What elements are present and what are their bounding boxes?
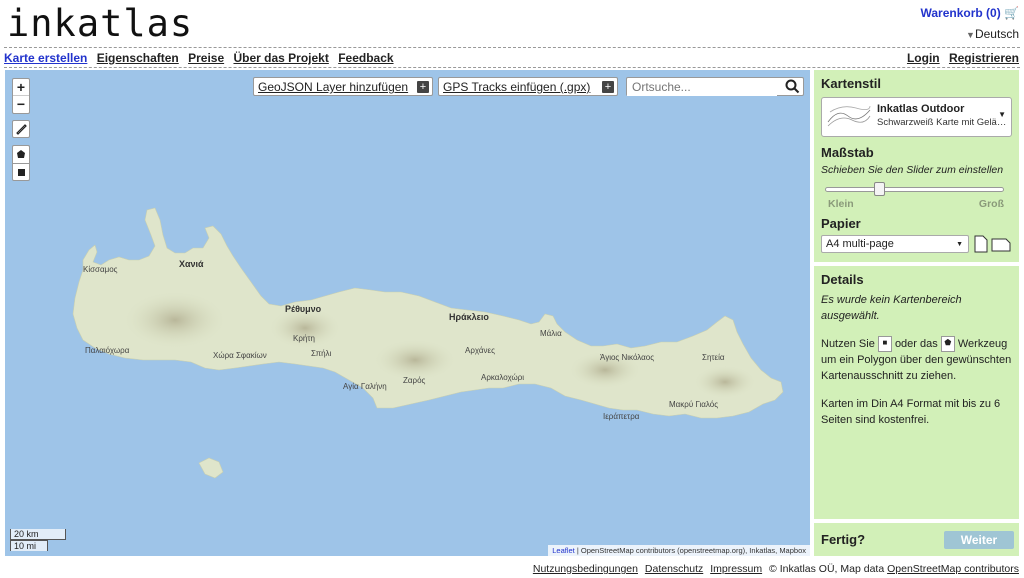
map-attribution: Leaflet | OpenStreetMap contributors (op… bbox=[548, 545, 810, 556]
main-nav: Karte erstellen Eigenschaften Preise Übe… bbox=[4, 51, 400, 67]
nav-create-map[interactable]: Karte erstellen bbox=[4, 51, 87, 65]
details-use-2: oder das bbox=[894, 338, 938, 350]
nav-register[interactable]: Registrieren bbox=[949, 51, 1019, 65]
slider-handle[interactable] bbox=[873, 182, 885, 196]
header: inkatlas Warenkorb (0) 🛒 ▼Deutsch bbox=[0, 0, 1024, 48]
zoom-out-button[interactable]: − bbox=[13, 96, 29, 113]
details-instructions: Nutzen Sie ■ oder das ⬟ Werkzeug um ein … bbox=[821, 336, 1012, 384]
place-label: Μάλια bbox=[540, 329, 562, 338]
settings-panel: Kartenstil Inkatlas Outdoor Schwarzweiß … bbox=[814, 70, 1019, 262]
scale-bar: 20 km 10 mi bbox=[10, 529, 66, 551]
nav-feedback[interactable]: Feedback bbox=[338, 51, 393, 65]
scale-hint: Schieben Sie den Slider zum einstellen bbox=[821, 164, 1004, 176]
paper-title: Papier bbox=[821, 216, 861, 231]
polygon-tool-button[interactable] bbox=[12, 145, 30, 163]
divider bbox=[4, 47, 1020, 48]
gpx-tracks-button[interactable]: GPS Tracks einfügen (.gpx) + bbox=[438, 77, 618, 96]
cart-link[interactable]: Warenkorb (0) 🛒 bbox=[920, 6, 1019, 20]
nav-login[interactable]: Login bbox=[907, 51, 940, 65]
footer-terms-link[interactable]: Nutzungsbedingungen bbox=[533, 563, 638, 575]
slider-labels: Klein Groß bbox=[821, 198, 1012, 212]
polygon-icon bbox=[17, 150, 25, 158]
plus-icon: + bbox=[417, 81, 429, 93]
place-search bbox=[626, 77, 804, 96]
attribution-text: | OpenStreetMap contributors (openstreet… bbox=[574, 546, 806, 555]
portrait-orientation-icon[interactable] bbox=[974, 235, 988, 253]
details-panel: Details Es wurde kein Kartenbereich ausg… bbox=[814, 266, 1019, 519]
footer: Nutzungsbedingungen Datenschutz Impressu… bbox=[533, 563, 1019, 575]
place-label: Χανιά bbox=[179, 259, 204, 269]
landscape-orientation-icon[interactable] bbox=[991, 238, 1011, 252]
details-free-text: Karten im Din A4 Format mit bis zu 6 Sei… bbox=[821, 398, 1001, 427]
dropdown-arrow-icon: ▼ bbox=[998, 110, 1006, 119]
geojson-layer-button[interactable]: GeoJSON Layer hinzufügen + bbox=[253, 77, 433, 96]
details-use-1: Nutzen Sie bbox=[821, 338, 875, 350]
place-label: Ιεράπετρα bbox=[603, 412, 640, 421]
nav-about[interactable]: Über das Projekt bbox=[233, 51, 328, 65]
map-style-select[interactable]: Inkatlas Outdoor Schwarzweiß Karte mit G… bbox=[821, 97, 1012, 137]
ruler-icon bbox=[16, 124, 27, 135]
language-label: Deutsch bbox=[974, 27, 1019, 41]
footer-privacy-link[interactable]: Datenschutz bbox=[645, 563, 703, 575]
paper-size-select[interactable]: A4 multi-page ▼ bbox=[821, 235, 969, 253]
place-label: Άγιος Νικόλαος bbox=[600, 353, 655, 362]
done-panel: Fertig? Weiter bbox=[814, 523, 1019, 556]
map-style-title: Kartenstil bbox=[821, 76, 881, 91]
measure-tool-button[interactable] bbox=[12, 120, 30, 138]
paper-row: A4 multi-page ▼ bbox=[821, 235, 1012, 255]
search-icon[interactable] bbox=[785, 79, 800, 94]
plus-icon: + bbox=[602, 81, 614, 93]
map-canvas[interactable]: Κίσσαμος Χανιά Ρέθυμνο Ηράκλειο Μάλια Πα… bbox=[5, 70, 810, 556]
zoom-control: + − bbox=[12, 78, 30, 114]
place-label: Ρέθυμνο bbox=[285, 304, 322, 314]
paper-size-value: A4 multi-page bbox=[826, 238, 894, 250]
gpx-button-label: GPS Tracks einfügen (.gpx) bbox=[443, 80, 591, 94]
scale-max-label: Groß bbox=[978, 198, 1004, 210]
nav-features[interactable]: Eigenschaften bbox=[97, 51, 179, 65]
leaflet-link[interactable]: Leaflet bbox=[552, 546, 575, 555]
account-nav: Login Registrieren bbox=[901, 51, 1019, 65]
divider bbox=[4, 67, 1020, 68]
details-none-text: Es wurde kein Kartenbereich ausgewählt. bbox=[821, 294, 962, 322]
language-selector[interactable]: ▼Deutsch bbox=[966, 27, 1019, 41]
polygon-icon: ⬟ bbox=[940, 336, 955, 353]
place-label: Ηράκλειο bbox=[449, 312, 489, 322]
place-label: Παλαιόχωρα bbox=[85, 346, 130, 355]
dropdown-arrow-icon: ▼ bbox=[956, 241, 963, 248]
footer-copyright: © Inkatlas OÜ, Map data bbox=[769, 563, 888, 575]
details-title: Details bbox=[821, 272, 864, 287]
footer-osm-link[interactable]: OpenStreetMap contributors bbox=[887, 563, 1019, 575]
place-label: Κρήτη bbox=[293, 334, 315, 343]
place-label: Χώρα Σφακίων bbox=[213, 351, 267, 360]
place-label: Σητεία bbox=[702, 353, 725, 362]
square-icon: ■ bbox=[877, 336, 892, 353]
scale-km: 20 km bbox=[10, 529, 66, 540]
slider-track[interactable] bbox=[825, 187, 1004, 192]
nav-prices[interactable]: Preise bbox=[188, 51, 224, 65]
next-button[interactable]: Weiter bbox=[944, 531, 1014, 549]
place-label: Αγία Γαλήνη bbox=[343, 382, 387, 391]
place-label: Αρκαλοχώρι bbox=[481, 373, 525, 382]
scale-title: Maßstab bbox=[821, 145, 874, 160]
zoom-in-button[interactable]: + bbox=[13, 79, 29, 96]
logo[interactable]: inkatlas bbox=[7, 2, 193, 45]
footer-imprint-link[interactable]: Impressum bbox=[710, 563, 762, 575]
geojson-button-label: GeoJSON Layer hinzufügen bbox=[258, 80, 409, 94]
place-label: Ζαρός bbox=[403, 376, 426, 385]
crete-island-shape bbox=[72, 207, 784, 479]
style-name: Inkatlas Outdoor bbox=[877, 103, 965, 115]
scale-min-label: Klein bbox=[828, 198, 854, 210]
place-label: Μακρύ Γιαλός bbox=[669, 400, 719, 409]
caret-down-icon: ▼ bbox=[966, 30, 975, 40]
scale-slider[interactable] bbox=[821, 182, 1012, 196]
place-label: Κίσσαμος bbox=[83, 265, 118, 274]
square-icon bbox=[18, 169, 25, 176]
style-thumbnail-icon bbox=[826, 102, 872, 132]
search-input[interactable] bbox=[627, 78, 777, 96]
scale-mi: 10 mi bbox=[10, 540, 48, 551]
style-description: Schwarzweiß Karte mit Gelä… bbox=[877, 117, 1007, 128]
place-label: Σπήλι bbox=[311, 349, 332, 358]
place-label: Αρχάνες bbox=[465, 346, 495, 355]
rectangle-tool-button[interactable] bbox=[12, 163, 30, 181]
